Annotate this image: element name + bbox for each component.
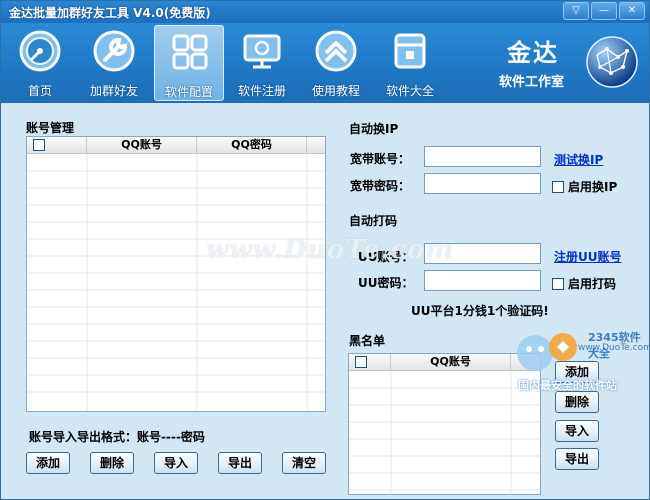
enable-captcha-checkbox[interactable]: 启用打码 <box>552 275 616 292</box>
account-table-gridlines <box>27 154 325 411</box>
window-title: 金达批量加群好友工具 V4.0(免费版) <box>9 6 211 20</box>
register-uu-link[interactable]: 注册UU账号 <box>554 248 622 265</box>
site-slogan-text: 国内最安全的软件站 <box>518 379 617 392</box>
nav-tutorial[interactable]: 使用教程 <box>301 25 371 101</box>
blacklist-import-button[interactable]: 导入 <box>555 420 599 442</box>
blacklist-table-gridlines <box>349 371 540 494</box>
account-export-button[interactable]: 导出 <box>218 452 262 474</box>
account-header-check-col <box>27 137 87 153</box>
account-table[interactable]: QQ账号 QQ密码 <box>26 136 326 412</box>
nav-software-collection[interactable]: 软件大全 <box>375 25 445 101</box>
broadband-account-label: 宽带账号： <box>350 152 411 166</box>
broadband-password-input[interactable] <box>424 173 541 194</box>
blacklist-table-header: QQ账号 <box>349 354 540 371</box>
site-mascot-icon <box>517 333 577 371</box>
minimize-button[interactable]: — <box>591 2 617 20</box>
dashboard-gauge-icon <box>19 30 61 72</box>
duote-watermark: www.DuoTe.com <box>206 235 455 265</box>
nav-software-collection-label: 软件大全 <box>385 84 434 98</box>
title-bar: 金达批量加群好友工具 V4.0(免费版) ▽ — ✕ <box>1 1 649 23</box>
enable-ip-change-label: 启用换IP <box>568 180 618 194</box>
monitor-register-icon <box>243 34 281 69</box>
grid-icon <box>172 34 208 70</box>
blacklist-header-qq[interactable]: QQ账号 <box>391 354 511 370</box>
brand-logo: 金达 软件工作室 <box>497 31 645 97</box>
main-toolbar: 首页 加群好友 软件配置 软件注册 使用教程 软件大全 金达 软件工作室 <box>1 23 649 103</box>
brand-name: 金达 <box>507 38 559 67</box>
uu-password-input[interactable] <box>424 270 541 291</box>
account-import-button[interactable]: 导入 <box>154 452 198 474</box>
checkbox-box[interactable] <box>552 277 564 290</box>
broadband-account-input[interactable] <box>424 146 541 167</box>
nav-tutorial-label: 使用教程 <box>311 84 360 98</box>
uu-password-label: UU密码： <box>358 276 414 290</box>
brand-subtitle: 软件工作室 <box>499 75 565 90</box>
menu-button[interactable]: ▽ <box>563 2 589 20</box>
account-format-hint: 账号导入导出格式：账号----密码 <box>29 430 205 444</box>
auto-ip-section-label: 自动换IP <box>349 122 399 136</box>
chevron-up-badge-icon <box>315 30 357 72</box>
broadband-password-label: 宽带密码： <box>350 179 411 193</box>
account-add-button[interactable]: 添加 <box>26 452 70 474</box>
nav-add-groups-friends[interactable]: 加群好友 <box>79 25 149 101</box>
account-clear-button[interactable]: 清空 <box>282 452 326 474</box>
uu-price-note: UU平台1分钱1个验证码! <box>411 304 549 318</box>
nav-home-label: 首页 <box>27 84 52 98</box>
window-controls: ▽ — ✕ <box>561 2 645 20</box>
account-table-header: QQ账号 QQ密码 <box>27 137 325 154</box>
auto-captcha-section-label: 自动打码 <box>349 214 398 228</box>
nav-software-config[interactable]: 软件配置 <box>154 25 224 101</box>
blacklist-header-check-col <box>349 354 391 370</box>
nav-software-register[interactable]: 软件注册 <box>227 25 297 101</box>
account-header-password[interactable]: QQ密码 <box>197 137 307 153</box>
box-icon <box>394 33 426 69</box>
blacklist-export-button[interactable]: 导出 <box>555 448 599 470</box>
app-window: 金达批量加群好友工具 V4.0(免费版) ▽ — ✕ 首页 加群好友 软件配置 … <box>0 0 650 500</box>
duote-corner-logo: 2345软件大全 www.DuoTe.com 国内最安全的软件站 <box>513 319 650 395</box>
close-button[interactable]: ✕ <box>619 2 645 20</box>
nav-software-register-label: 软件注册 <box>237 84 286 98</box>
enable-ip-change-checkbox[interactable]: 启用换IP <box>552 178 617 195</box>
nav-home[interactable]: 首页 <box>5 25 75 101</box>
blacklist-section-label: 黑名单 <box>349 334 386 348</box>
enable-captcha-label: 启用打码 <box>568 277 617 291</box>
account-section-label: 账号管理 <box>26 121 75 135</box>
checkbox-box[interactable] <box>552 180 564 193</box>
globe-icon <box>586 36 638 88</box>
nav-software-config-label: 软件配置 <box>164 85 213 99</box>
account-delete-button[interactable]: 删除 <box>90 452 134 474</box>
site-url-text: www.DuoTe.com <box>578 343 650 353</box>
config-panel: 账号管理 QQ账号 QQ密码 账号导入导出格式：账号----密码 添加 删除 导… <box>1 103 649 499</box>
account-header-qq[interactable]: QQ账号 <box>87 137 197 153</box>
wrench-icon <box>93 30 135 72</box>
test-ip-link[interactable]: 测试换IP <box>554 151 603 168</box>
nav-add-groups-friends-label: 加群好友 <box>89 84 138 98</box>
